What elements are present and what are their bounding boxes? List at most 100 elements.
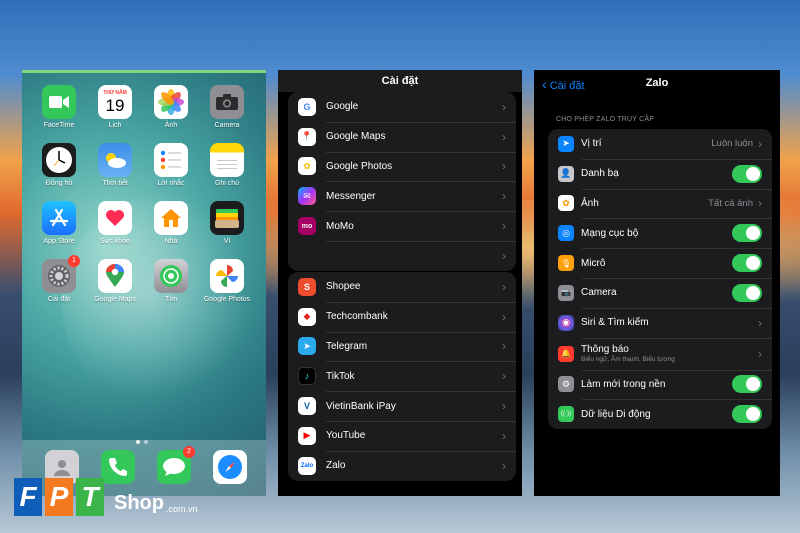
settings-row-google-maps[interactable]: 📍 Google Maps ›	[288, 121, 516, 152]
settings-row-vietinbank[interactable]: V VietinBank iPay ›	[288, 391, 516, 421]
row-background-refresh[interactable]: ⚙ Làm mới trong nền	[548, 369, 772, 400]
app-calendar[interactable]: THỨ NĂM 19 Lịch	[87, 85, 143, 129]
logo-domain: .com.vn	[166, 504, 198, 514]
notifications-icon: 🔔	[558, 345, 574, 362]
app-google-maps[interactable]: Google Maps	[87, 259, 143, 303]
settings-row-zalo[interactable]: Zalo Zalo ›	[288, 450, 516, 481]
row-label: MoMo	[326, 220, 354, 232]
app-label: Ảnh	[164, 122, 178, 129]
settings-row-blank[interactable]: ›	[288, 240, 516, 271]
row-microphone[interactable]: 🎙 Micrô	[548, 248, 772, 278]
app-label: Google Maps	[94, 296, 136, 303]
app-label: App Store	[43, 238, 75, 245]
nav-bar: ‹ Cài đặt Zalo	[534, 70, 780, 96]
tiktok-icon: ♪	[298, 367, 316, 386]
app-label: Camera	[214, 122, 240, 129]
settings-row-youtube[interactable]: ▶ YouTube ›	[288, 420, 516, 451]
app-reminders[interactable]: Lời nhắc	[143, 143, 199, 187]
section-header: CHO PHÉP ZALO TRUY CẬP	[556, 116, 655, 123]
row-label: VietinBank iPay	[326, 400, 396, 412]
row-contacts[interactable]: 👤 Danh bạ	[548, 158, 772, 189]
settings-row-momo[interactable]: mo MoMo ›	[288, 211, 516, 241]
page-title: Zalo	[645, 77, 669, 89]
row-local-network[interactable]: ◎ Mạng cục bộ	[548, 218, 772, 248]
microphone-toggle[interactable]	[732, 254, 762, 273]
momo-icon: mo	[298, 217, 316, 236]
local-network-toggle[interactable]	[732, 224, 762, 243]
logo-letter-t: T	[76, 478, 104, 516]
app-home[interactable]: Nhà	[143, 201, 199, 245]
chevron-right-icon: ›	[758, 315, 762, 330]
app-settings[interactable]: 1 Cài đặt	[31, 255, 87, 303]
camera-toggle[interactable]	[732, 283, 762, 302]
settings-row-messenger[interactable]: ✉ Messenger ›	[288, 181, 516, 211]
gear-icon: ⚙	[558, 376, 574, 393]
row-label: Telegram	[326, 340, 368, 352]
google-maps-icon	[98, 259, 132, 293]
fpt-shop-logo: F P T Shop .com.vn	[14, 478, 244, 526]
settings-row-techcombank[interactable]: ◆ Techcombank ›	[288, 301, 516, 332]
notes-icon	[210, 143, 244, 177]
microphone-icon: 🎙	[558, 255, 574, 272]
row-label: TikTok	[326, 370, 355, 382]
app-photos[interactable]: Ảnh	[143, 85, 199, 129]
app-weather[interactable]: Thời tiết	[87, 143, 143, 187]
row-cellular-data[interactable]: ((·)) Dữ liệu Di động	[548, 399, 772, 429]
app-label: Lịch	[108, 122, 122, 129]
app-facetime[interactable]: FaceTime	[31, 85, 87, 129]
settings-group-2: S Shopee › ◆ Techcombank › ➤ Telegram › …	[288, 272, 516, 481]
app-store-icon	[42, 201, 76, 235]
wallet-icon	[210, 201, 244, 235]
row-label: Mạng cục bộ	[581, 227, 639, 239]
app-app-store[interactable]: App Store	[31, 201, 87, 245]
telegram-icon: ➤	[298, 337, 316, 356]
chevron-right-icon: ›	[502, 129, 506, 144]
settings-row-tiktok[interactable]: ♪ TikTok ›	[288, 361, 516, 391]
app-notes[interactable]: Ghi chú	[199, 143, 255, 187]
app-label: Sức khỏe	[100, 238, 130, 245]
settings-row-google-photos[interactable]: ✿ Google Photos ›	[288, 151, 516, 182]
settings-row-shopee[interactable]: S Shopee ›	[288, 272, 516, 302]
row-label: Thông báo	[581, 344, 629, 356]
camera-icon: 📷	[558, 284, 574, 301]
background-refresh-toggle[interactable]	[732, 375, 762, 394]
row-photos[interactable]: ✿ Ảnh Tất cả ảnh ›	[548, 188, 772, 219]
row-value: Tất cả ảnh	[708, 197, 753, 209]
app-label: Google Photos	[203, 296, 251, 303]
chevron-right-icon: ›	[758, 346, 762, 361]
chevron-right-icon: ›	[502, 428, 506, 443]
row-label: Dữ liệu Di động	[581, 408, 651, 420]
settings-row-google[interactable]: G Google ›	[288, 92, 516, 122]
app-camera[interactable]: Camera	[199, 85, 255, 129]
row-camera[interactable]: 📷 Camera	[548, 277, 772, 308]
app-clock[interactable]: Đồng hồ	[31, 143, 87, 187]
app-google-photos[interactable]: Google Photos	[199, 259, 255, 303]
cellular-icon: ((·))	[558, 406, 574, 423]
chevron-right-icon: ›	[502, 309, 506, 324]
row-location[interactable]: ➤ Vị trí Luôn luôn ›	[548, 129, 772, 159]
find-my-icon	[154, 259, 188, 293]
location-icon: ➤	[558, 135, 574, 152]
calendar-day: 19	[105, 95, 125, 115]
app-wallet[interactable]: Ví	[199, 201, 255, 245]
contacts-toggle[interactable]	[732, 164, 762, 183]
messenger-icon: ✉	[298, 187, 316, 206]
app-find-my[interactable]: Tìm	[143, 259, 199, 303]
chevron-right-icon: ›	[502, 279, 506, 294]
chevron-right-icon: ›	[502, 219, 506, 234]
row-label: Làm mới trong nền	[581, 378, 666, 390]
settings-row-telegram[interactable]: ➤ Telegram ›	[288, 331, 516, 362]
row-label: Ảnh	[581, 197, 599, 209]
home-screen: FaceTime THỨ NĂM 19 Lịch Ảnh Camera Đồng…	[22, 70, 266, 496]
facetime-icon	[42, 85, 76, 119]
chevron-right-icon: ›	[502, 99, 506, 114]
row-notifications[interactable]: 🔔 Thông báo Biểu ngữ, Âm thanh, Biểu tượ…	[548, 337, 772, 370]
cellular-data-toggle[interactable]	[732, 405, 762, 424]
row-siri-search[interactable]: ◉ Siri & Tìm kiếm ›	[548, 307, 772, 338]
app-label: Cài đặt	[47, 296, 71, 303]
row-label: Camera	[581, 287, 617, 299]
weather-icon	[98, 143, 132, 177]
app-health[interactable]: Sức khỏe	[87, 201, 143, 245]
chevron-right-icon: ›	[758, 136, 762, 151]
settings-icon: 1	[42, 255, 80, 293]
